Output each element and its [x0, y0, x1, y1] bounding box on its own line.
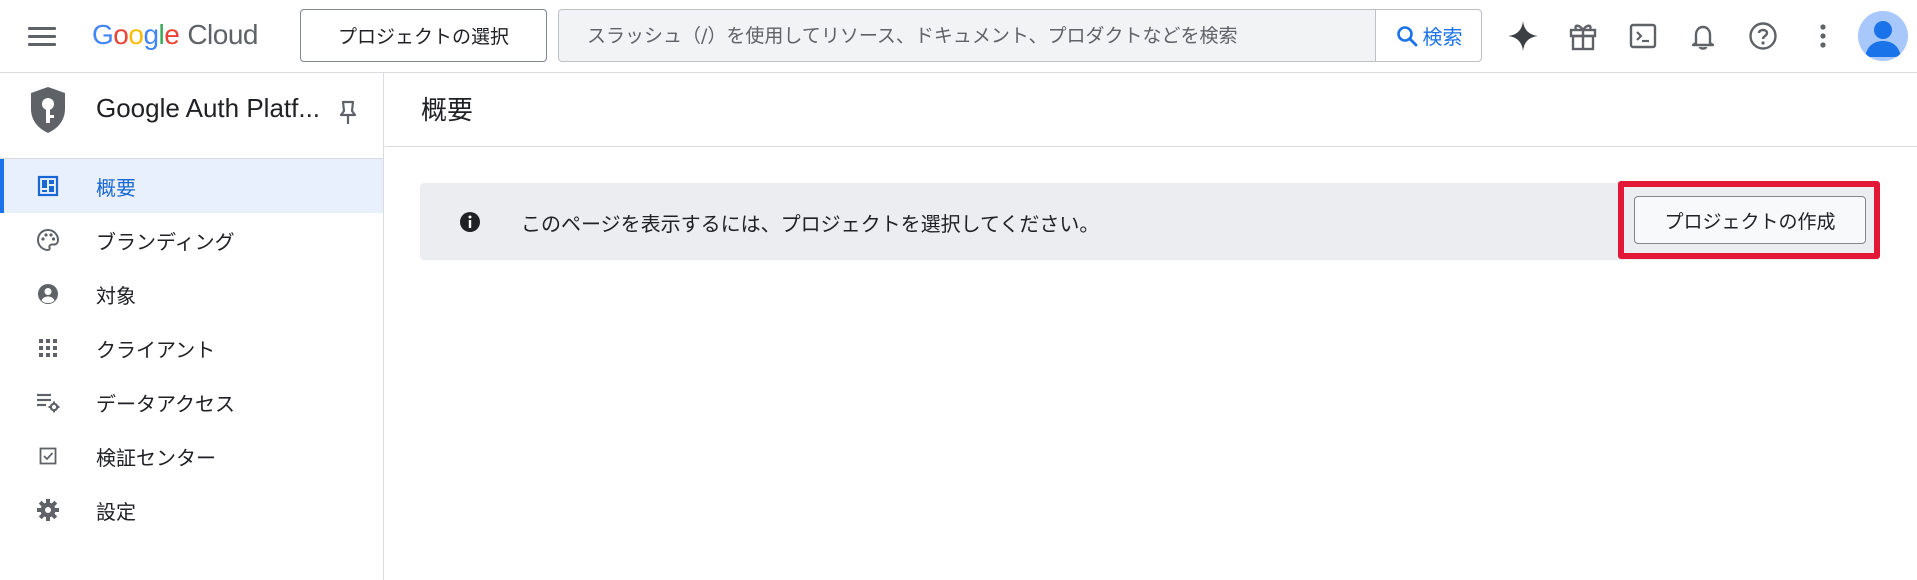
cloud-shell-icon: [1629, 23, 1657, 49]
search-button[interactable]: 検索: [1375, 10, 1481, 61]
banner-message: このページを表示するには、プロジェクトを選択してください。: [521, 212, 1100, 236]
more-options-button[interactable]: [1801, 14, 1845, 58]
account-circle-icon: [34, 280, 62, 308]
account-avatar[interactable]: [1858, 11, 1908, 61]
info-icon: [460, 212, 480, 232]
search-icon: [1396, 25, 1417, 46]
data-settings-icon: [34, 388, 62, 416]
more-vert-icon: [1820, 24, 1826, 48]
sidebar-item-settings[interactable]: 設定: [0, 483, 383, 537]
search-input[interactable]: [559, 10, 1375, 61]
help-icon: [1749, 22, 1777, 50]
gift-icon: [1569, 24, 1597, 51]
page-title: 概要: [421, 96, 474, 126]
cloud-shell-button[interactable]: [1621, 14, 1665, 58]
divider: [385, 146, 1917, 147]
hamburger-icon: [28, 26, 56, 30]
sidebar-nav: 概要 ブランディング 対象 クライアント データアクセス 検証センター 設定: [0, 159, 383, 537]
project-selector-button[interactable]: プロジェクトの選択: [300, 9, 547, 62]
create-project-button[interactable]: プロジェクトの作成: [1634, 196, 1866, 244]
sidebar-item-branding[interactable]: ブランディング: [0, 213, 383, 267]
gemini-button[interactable]: [1501, 14, 1545, 58]
help-button[interactable]: [1741, 14, 1785, 58]
gear-icon: [34, 496, 62, 524]
palette-icon: [34, 226, 62, 254]
shield-key-icon: [31, 87, 65, 133]
apps-grid-icon: [34, 334, 62, 362]
search-button-label: 検索: [1422, 25, 1463, 49]
gemini-icon: [1508, 21, 1538, 51]
notifications-icon: [1691, 25, 1715, 50]
sidebar-item-verification-center[interactable]: 検証センター: [0, 429, 383, 483]
search-bar: 検索: [558, 9, 1482, 62]
dashboard-icon: [34, 172, 62, 200]
sidebar-header: Google Auth Platf...: [0, 73, 383, 159]
sidebar-item-overview[interactable]: 概要: [0, 159, 383, 213]
google-cloud-logo[interactable]: Go o g l e Cloud: [92, 17, 258, 53]
user-icon: [1865, 21, 1901, 57]
main-menu-button[interactable]: [22, 18, 62, 54]
gift-button[interactable]: [1561, 14, 1605, 58]
pin-icon[interactable]: [336, 99, 360, 127]
product-title: Google Auth Platf...: [96, 93, 321, 123]
sidebar: Google Auth Platf... 概要 ブランディング 対象 クライアン…: [0, 73, 384, 580]
sidebar-item-clients[interactable]: クライアント: [0, 321, 383, 375]
sidebar-item-data-access[interactable]: データアクセス: [0, 375, 383, 429]
sidebar-item-audience[interactable]: 対象: [0, 267, 383, 321]
top-bar: GoogleCloud プロジェクトの選択 検索: [0, 0, 1917, 73]
checkbox-icon: [34, 442, 62, 470]
notifications-button[interactable]: [1681, 14, 1725, 58]
